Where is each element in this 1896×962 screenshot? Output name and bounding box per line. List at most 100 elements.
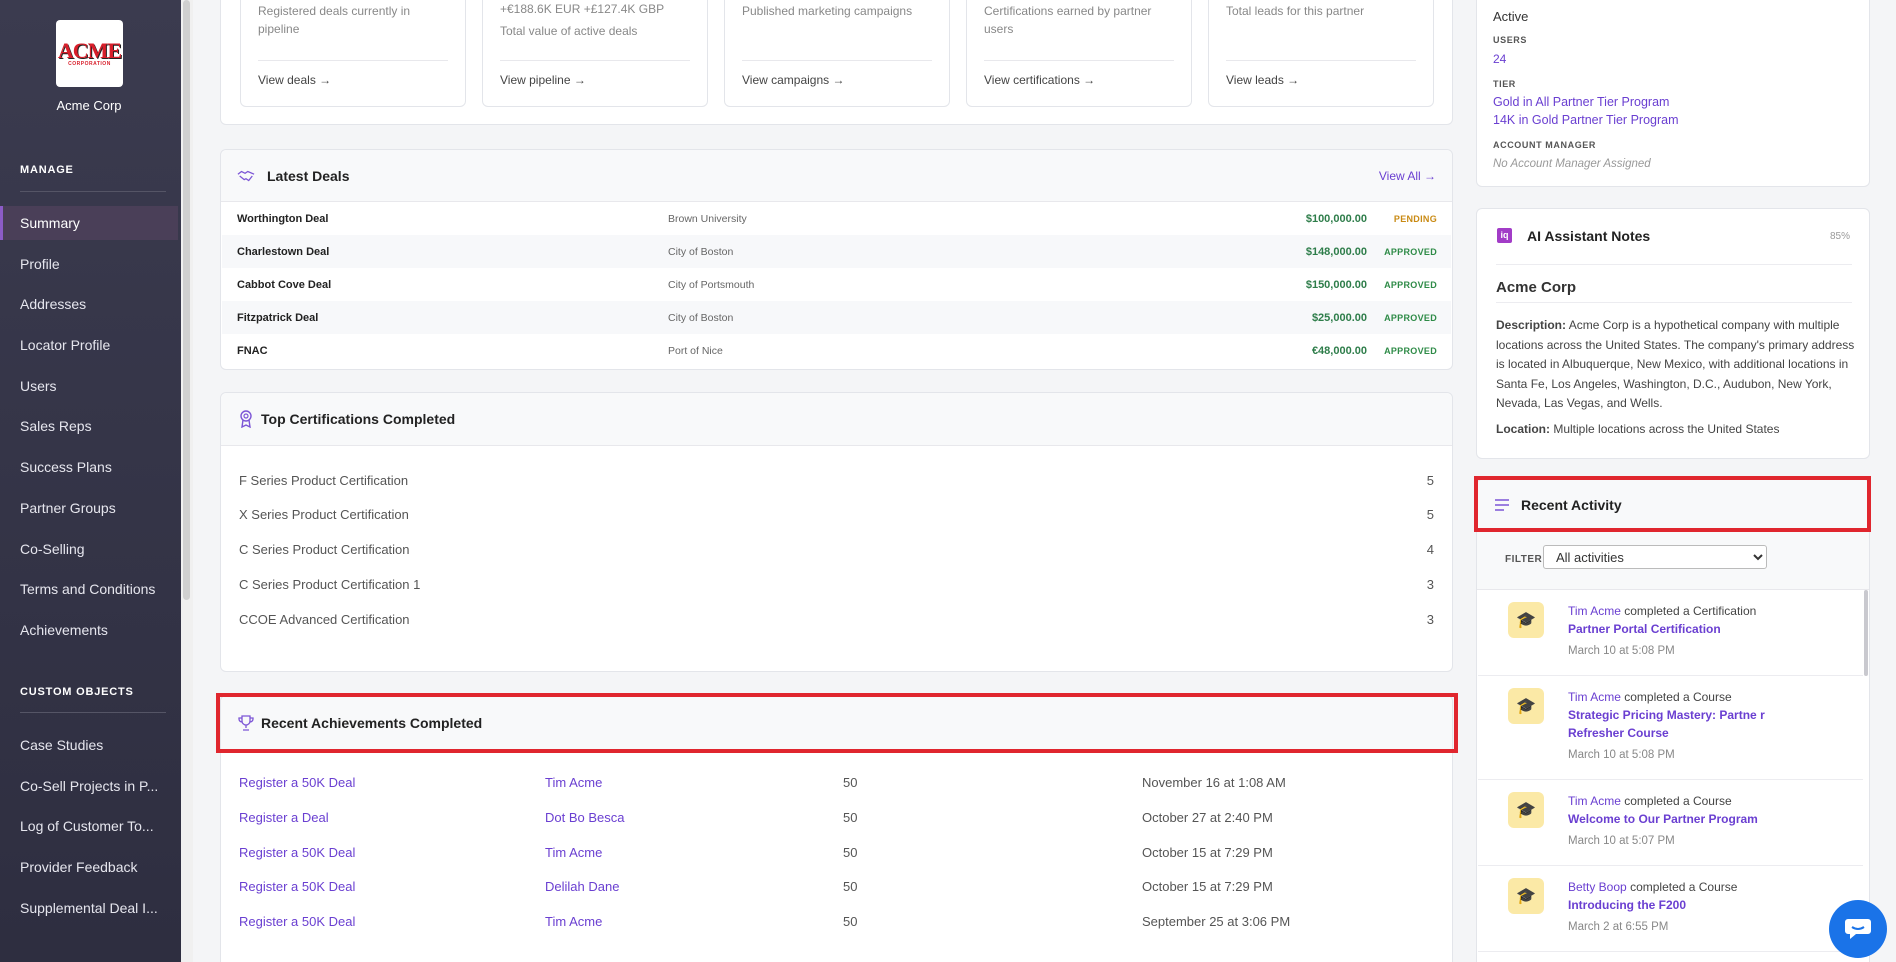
user-link[interactable]: Tim Acme	[545, 845, 602, 860]
certification-name: CCOE Advanced Certification	[239, 612, 410, 627]
sidebar-item-addresses[interactable]: Addresses	[0, 287, 178, 321]
view-deals-link[interactable]: View deals →	[258, 73, 331, 87]
table-row[interactable]: Fitzpatrick Deal City of Boston $25,000.…	[222, 301, 1451, 334]
sidebar-item-provider-feedback[interactable]: Provider Feedback	[0, 850, 178, 884]
user-link[interactable]: Dot Bo Besca	[545, 810, 625, 825]
deal-amount: €48,000.00	[1311, 344, 1367, 357]
deal-name[interactable]: Worthington Deal	[237, 213, 328, 225]
company-logo[interactable]: ACME CORPORATION	[56, 20, 123, 87]
highlight-box	[216, 693, 1458, 753]
activity-time: March 10 at 5:08 PM	[1568, 749, 1675, 761]
divider	[742, 60, 932, 61]
activity-user-link[interactable]: Tim Acme	[1568, 604, 1621, 618]
location-label: Location:	[1496, 422, 1550, 436]
list-item: C Series Product Certification 4	[239, 542, 1434, 562]
deal-name[interactable]: Fitzpatrick Deal	[237, 312, 318, 324]
table-row[interactable]: Worthington Deal Brown University $100,0…	[222, 202, 1451, 235]
deal-name[interactable]: Charlestown Deal	[237, 246, 329, 258]
achievement-link[interactable]: Register a 50K Deal	[239, 775, 355, 790]
users-count-link[interactable]: 24	[1493, 52, 1506, 66]
activity-item: 🎓 Tim Acme completed a Course Strategic P…	[1478, 676, 1863, 780]
stats-panel: Registered deals currently in pipeline V…	[220, 0, 1453, 125]
achievement-points: 50	[843, 879, 858, 894]
achievement-points: 50	[843, 845, 858, 860]
table-row[interactable]: FNAC Port of Nice €48,000.00 APPROVED	[222, 334, 1451, 367]
activity-target-link[interactable]: Strategic Pricing Mastery: Partne r Refr…	[1568, 708, 1765, 740]
stat-card-deals: Registered deals currently in pipeline V…	[240, 0, 466, 107]
stat-description: Total value of active deals	[500, 24, 638, 38]
achievement-date: October 27 at 2:40 PM	[1142, 810, 1273, 825]
sidebar-item-locator-profile[interactable]: Locator Profile	[0, 328, 178, 362]
sidebar-item-partner-groups[interactable]: Partner Groups	[0, 491, 178, 525]
deal-amount: $100,000.00	[1305, 212, 1367, 225]
achievement-link[interactable]: Register a Deal	[239, 810, 329, 825]
table-row: Register a 50K Deal Delilah Dane 50 Octo…	[239, 879, 1434, 899]
activity-scrollbar-thumb[interactable]	[1864, 590, 1868, 676]
list-item: CCOE Advanced Certification 3	[239, 612, 1434, 632]
brand-name: Acme Corp	[56, 98, 122, 113]
account-manager-value: No Account Manager Assigned	[1493, 158, 1651, 170]
certification-name: X Series Product Certification	[239, 507, 409, 522]
activity-target-link[interactable]: Introducing the F200	[1568, 898, 1686, 912]
activity-action: completed a Course	[1624, 690, 1732, 704]
activity-filter-select[interactable]: All activities	[1543, 545, 1767, 569]
table-row[interactable]: Charlestown Deal City of Boston $148,000…	[222, 235, 1451, 268]
achievement-link[interactable]: Register a 50K Deal	[239, 879, 355, 894]
sidebar-item-summary[interactable]: Summary	[0, 206, 178, 240]
partner-status: Active	[1493, 9, 1529, 24]
certification-name: F Series Product Certification	[239, 473, 409, 488]
sidebar-item-achievements[interactable]: Achievements	[0, 613, 178, 647]
ai-notes-title: AI Assistant Notes	[1527, 228, 1651, 244]
activity-item: 🎓 Betty Boop completed a Course Introduci…	[1478, 866, 1863, 952]
achievement-link[interactable]: Register a 50K Deal	[239, 914, 355, 929]
view-pipeline-link[interactable]: View pipeline →	[500, 73, 586, 87]
stat-card-campaigns: Published marketing campaigns View campa…	[724, 0, 950, 107]
deal-amount: $148,000.00	[1305, 245, 1367, 258]
achievement-link[interactable]: Register a 50K Deal	[239, 845, 355, 860]
sidebar-item-profile[interactable]: Profile	[0, 247, 178, 281]
user-link[interactable]: Tim Acme	[545, 775, 602, 790]
sidebar-item-success-plans[interactable]: Success Plans	[0, 450, 178, 484]
table-row[interactable]: Cabbot Cove Deal City of Portsmouth $150…	[222, 268, 1451, 301]
sidebar-item-supplemental-deal[interactable]: Supplemental Deal I...	[0, 891, 178, 925]
activity-time: March 10 at 5:08 PM	[1568, 645, 1675, 657]
tier-link[interactable]: 14K in Gold Partner Tier Program	[1493, 113, 1679, 127]
activity-user-link[interactable]: Tim Acme	[1568, 794, 1621, 808]
stat-description: Certifications earned by partner users	[984, 4, 1152, 36]
view-campaigns-link[interactable]: View campaigns →	[742, 73, 845, 87]
sidebar-item-terms[interactable]: Terms and Conditions	[0, 572, 178, 606]
ai-description: Description: Acme Corp is a hypothetical…	[1496, 316, 1856, 414]
sidebar-scrollbar-thumb[interactable]	[183, 0, 190, 600]
deal-name[interactable]: FNAC	[237, 345, 268, 357]
deal-name[interactable]: Cabbot Cove Deal	[237, 279, 331, 291]
view-leads-link[interactable]: View leads →	[1226, 73, 1299, 87]
activity-target-link[interactable]: Partner Portal Certification	[1568, 622, 1721, 636]
sidebar-item-customer-log[interactable]: Log of Customer To...	[0, 809, 178, 843]
deal-organization: Port of Nice	[668, 344, 723, 357]
latest-deals-header: Latest Deals View All →	[221, 150, 1452, 202]
sidebar-item-co-sell-projects[interactable]: Co-Sell Projects in P...	[0, 769, 178, 803]
certifications-title: Top Certifications Completed	[261, 411, 456, 427]
activity-target-link[interactable]: Welcome to Our Partner Program	[1568, 812, 1758, 826]
sidebar-item-co-selling[interactable]: Co-Selling	[0, 532, 178, 566]
users-label: USERS	[1493, 35, 1528, 45]
user-link[interactable]: Delilah Dane	[545, 879, 619, 894]
tier-link[interactable]: Gold in All Partner Tier Program	[1493, 95, 1669, 109]
list-item: X Series Product Certification 5	[239, 507, 1434, 527]
sidebar-item-sales-reps[interactable]: Sales Reps	[0, 409, 178, 443]
activity-user-link[interactable]: Tim Acme	[1568, 690, 1621, 704]
certification-count: 5	[1426, 473, 1434, 488]
chat-icon	[1845, 919, 1871, 939]
sidebar-item-users[interactable]: Users	[0, 369, 178, 403]
view-all-deals-link[interactable]: View All →	[1379, 169, 1436, 183]
status-badge: APPROVED	[1384, 279, 1437, 290]
chat-launcher-button[interactable]	[1829, 900, 1887, 958]
deal-organization: City of Boston	[668, 311, 734, 324]
view-certifications-link[interactable]: View certifications →	[984, 73, 1095, 87]
activity-user-link[interactable]: Betty Boop	[1568, 880, 1627, 894]
deal-organization: Brown University	[668, 212, 747, 225]
user-link[interactable]: Tim Acme	[545, 914, 602, 929]
sidebar-item-case-studies[interactable]: Case Studies	[0, 728, 178, 762]
activity-action: completed a Course	[1624, 794, 1732, 808]
activity-action: completed a Certification	[1624, 604, 1757, 618]
